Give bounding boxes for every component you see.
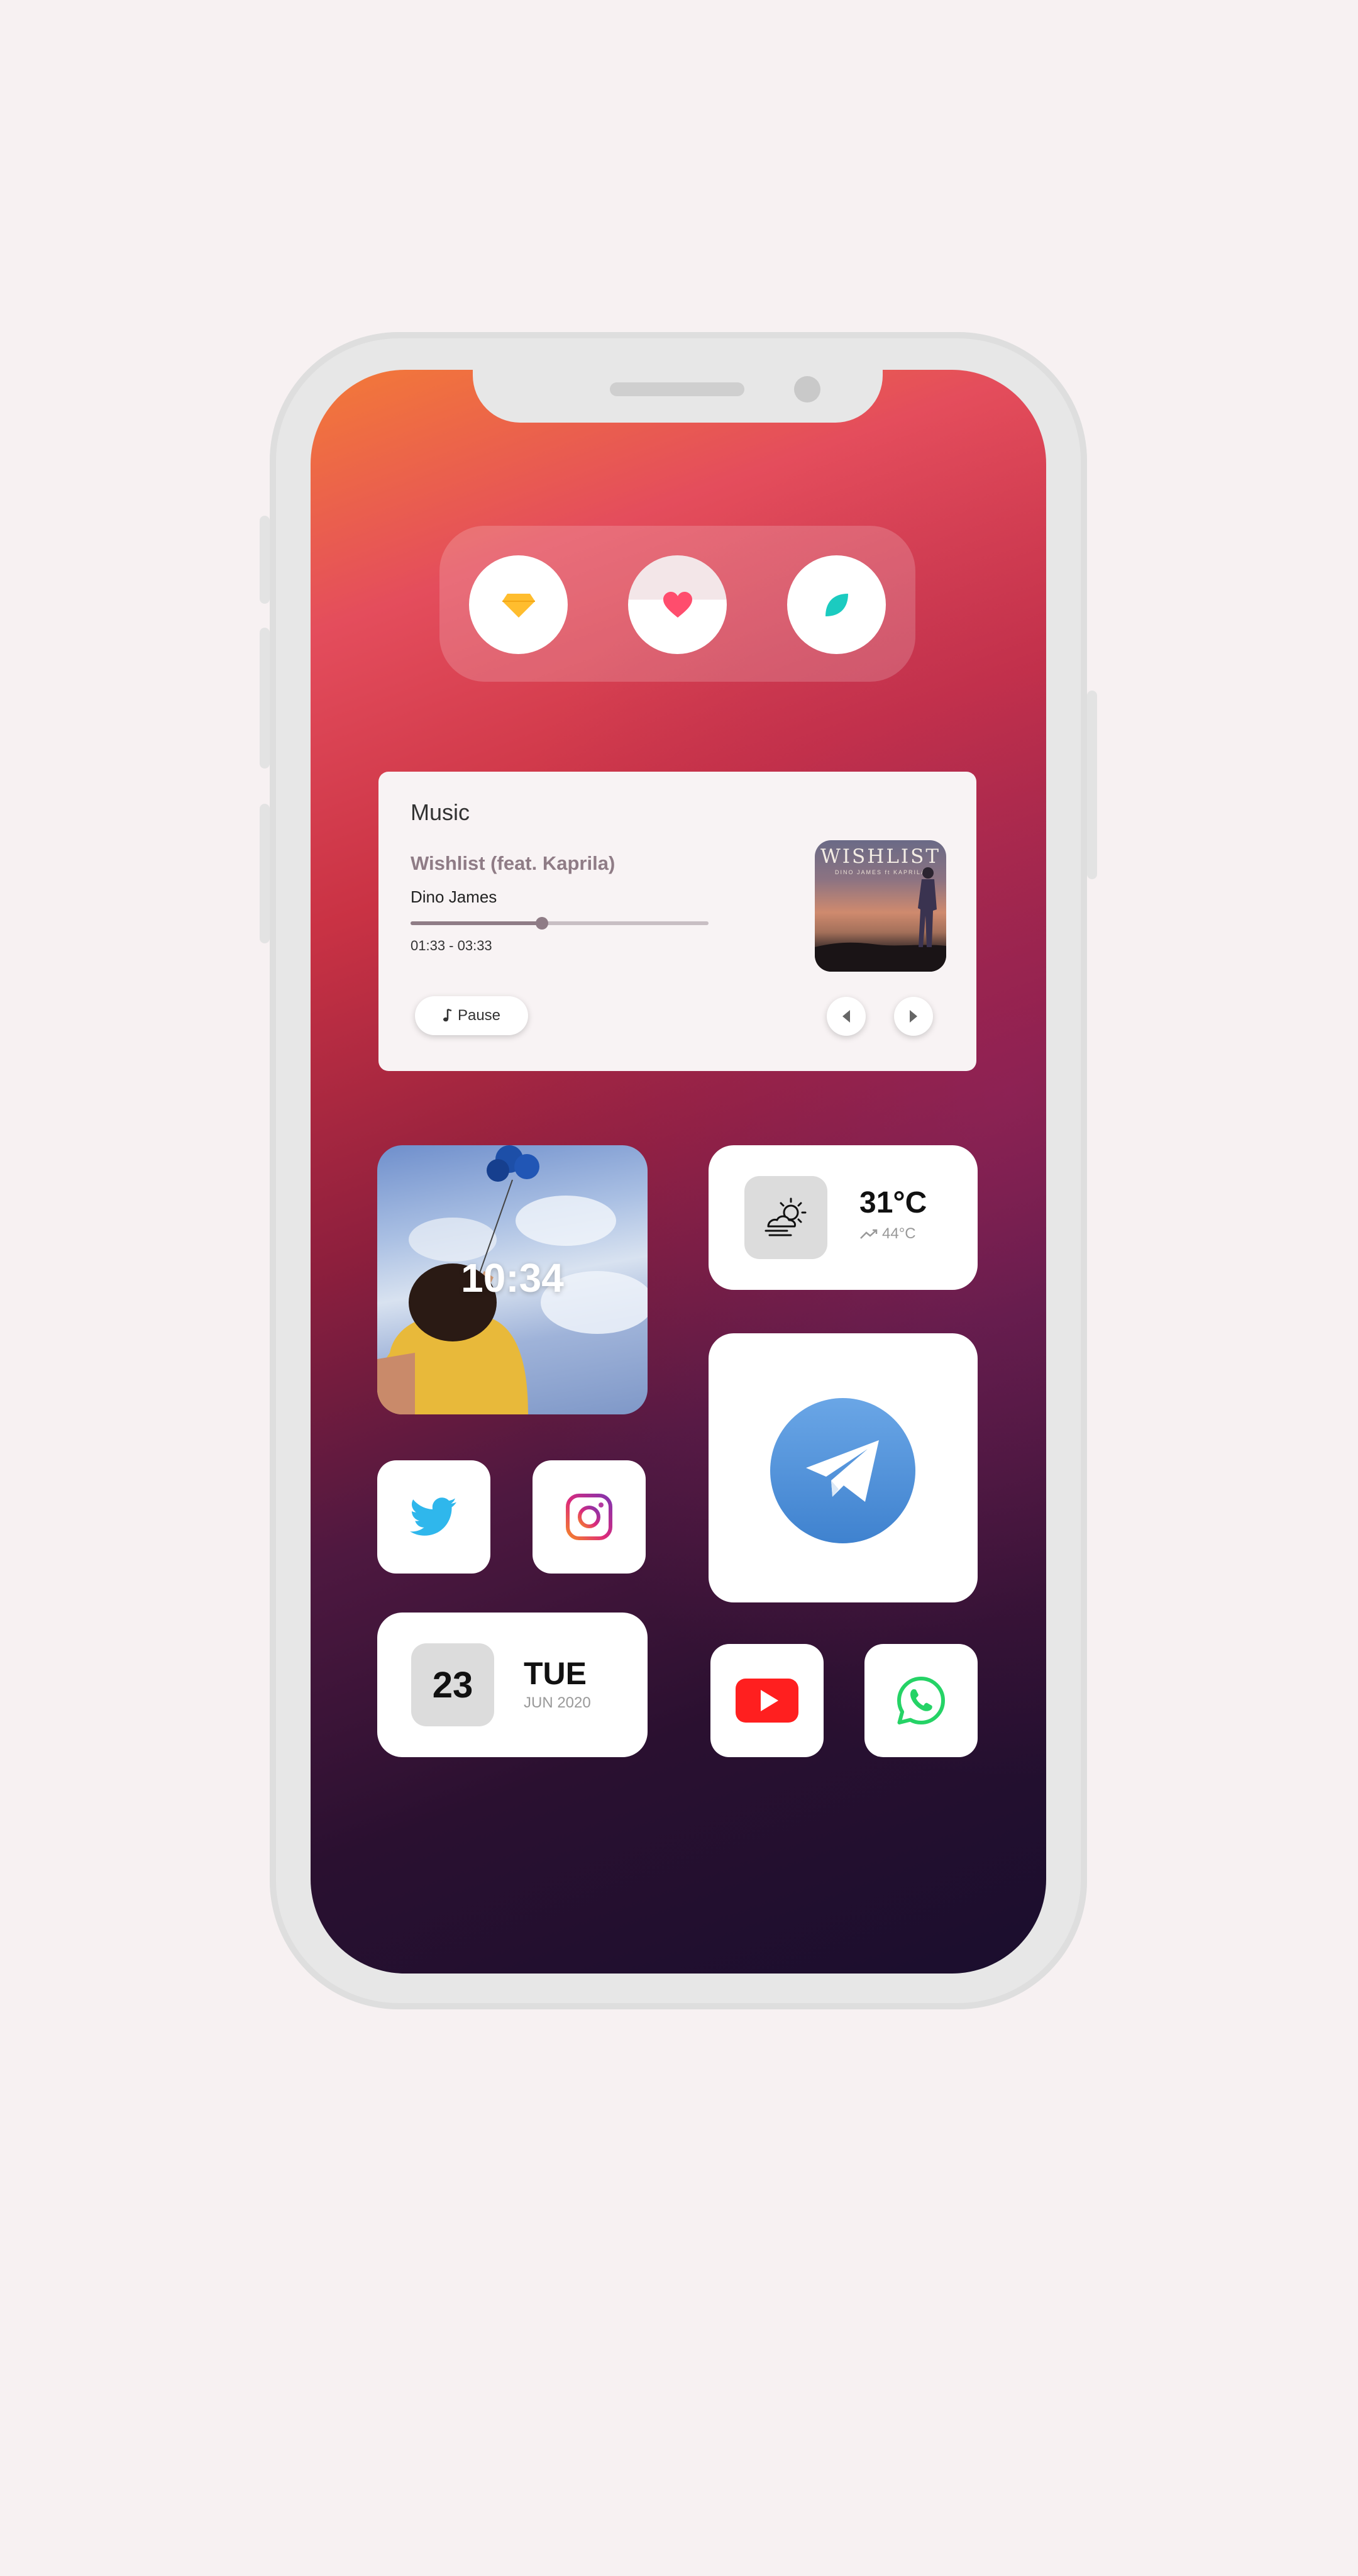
telegram-badge (770, 1398, 915, 1543)
artist-name: Dino James (411, 887, 497, 906)
quick-actions-bar (439, 526, 915, 682)
next-track-button[interactable] (894, 997, 933, 1036)
calendar-day: TUE (524, 1656, 587, 1691)
progress-knob[interactable] (535, 917, 548, 930)
calendar-month-year: JUN 2020 (524, 1694, 591, 1711)
feels-like: 44°C (859, 1225, 916, 1243)
music-widget-title: Music (411, 799, 470, 825)
quick-action-gem[interactable] (469, 555, 568, 654)
calendar-widget[interactable]: 23 TUE JUN 2020 (377, 1613, 648, 1757)
music-note-icon (443, 1008, 452, 1022)
telegram-icon (805, 1440, 879, 1502)
photo-clock-widget[interactable]: 10:34 (377, 1145, 648, 1414)
time-range: 01:33 - 03:33 (411, 938, 492, 953)
whatsapp-icon (897, 1677, 945, 1724)
leaf-icon (825, 593, 848, 616)
gem-icon (502, 593, 535, 618)
instagram-icon (566, 1494, 612, 1540)
calendar-date: 23 (411, 1643, 494, 1726)
mute-switch[interactable] (260, 516, 270, 604)
partly-cloudy-sun-icon (765, 1197, 807, 1236)
music-widget[interactable]: Music Wishlist (feat. Kaprila) Dino Jame… (378, 772, 976, 1071)
progress-fill (411, 921, 542, 925)
whatsapp-app[interactable] (864, 1644, 978, 1757)
twitter-app[interactable] (377, 1460, 490, 1574)
pause-button[interactable]: Pause (415, 996, 528, 1035)
playback-progress[interactable] (411, 917, 709, 930)
feels-like-value: 44°C (882, 1225, 916, 1242)
album-figure-silhouette (815, 867, 946, 972)
quick-action-leaf[interactable] (787, 555, 886, 654)
twitter-icon (410, 1497, 456, 1536)
weather-widget[interactable]: 31°C 44°C (709, 1145, 978, 1290)
notch (473, 370, 883, 423)
previous-track-button[interactable] (827, 997, 866, 1036)
album-art[interactable]: WISHLIST DINO JAMES ft KAPRILA (815, 840, 946, 972)
earpiece-speaker (610, 382, 744, 396)
instagram-app[interactable] (533, 1460, 646, 1574)
chevron-left-icon (842, 1010, 850, 1023)
song-title: Wishlist (feat. Kaprila) (411, 852, 616, 874)
telegram-app[interactable] (709, 1333, 978, 1602)
youtube-icon (736, 1679, 798, 1723)
chevron-right-icon (910, 1010, 917, 1023)
power-button[interactable] (1087, 691, 1097, 879)
clock-time: 10:34 (461, 1255, 564, 1301)
heart-icon (663, 591, 692, 618)
pause-label: Pause (457, 1007, 501, 1024)
youtube-app[interactable] (710, 1644, 824, 1757)
home-screen: Music Wishlist (feat. Kaprila) Dino Jame… (311, 370, 1046, 1974)
phone-frame: Music Wishlist (feat. Kaprila) Dino Jame… (260, 332, 1097, 2009)
volume-down-button[interactable] (260, 804, 270, 943)
temperature: 31°C (859, 1186, 927, 1219)
front-camera (794, 376, 820, 402)
volume-up-button[interactable] (260, 628, 270, 769)
quick-action-heart[interactable] (628, 555, 727, 654)
weather-icon-container (744, 1176, 827, 1259)
trend-up-icon (860, 1229, 878, 1239)
